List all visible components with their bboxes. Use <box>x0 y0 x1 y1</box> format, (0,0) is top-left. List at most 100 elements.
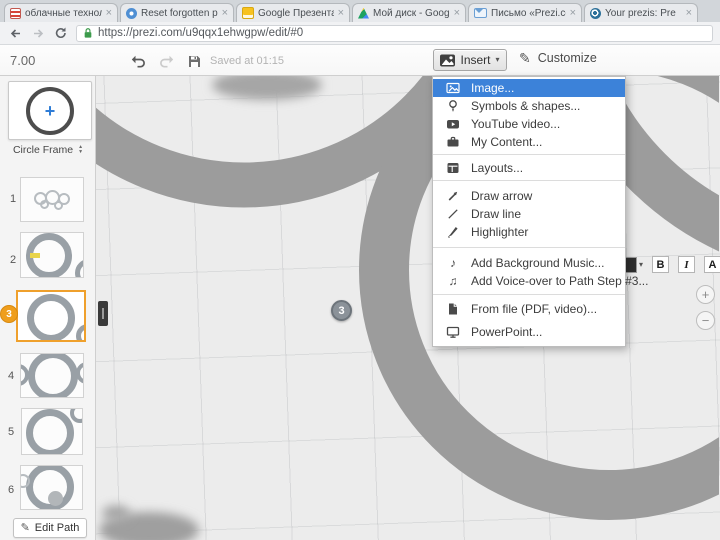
browser-tab-3[interactable]: Google Презентаци × <box>236 3 350 22</box>
image-icon <box>445 81 461 95</box>
redo-button[interactable] <box>156 52 176 70</box>
tab-close-icon[interactable]: × <box>106 7 112 19</box>
prezi-toolbar: 7.00 Saved at 01:15 Insert ▾ ✎ Customize <box>0 45 720 76</box>
customize-button-label: Customize <box>537 51 597 65</box>
browser-tab-5[interactable]: Письмо «Prezi.com × <box>468 3 582 22</box>
insert-button[interactable]: Insert ▾ <box>433 49 507 71</box>
slide-number: 2 <box>10 254 17 266</box>
url-text: https://prezi.com/u9qqx1ehwgpw/edit/#0 <box>98 27 304 39</box>
back-button[interactable] <box>7 25 23 41</box>
powerpoint-icon <box>445 325 461 339</box>
save-icon[interactable] <box>184 52 204 70</box>
blue-circle-favicon <box>126 7 137 19</box>
add-circle-frame-button[interactable]: + <box>8 81 92 140</box>
voice-over-icon: ♫ <box>448 274 458 288</box>
undo-button[interactable] <box>128 52 148 70</box>
browser-tab-6[interactable]: Your prezis: Pre × <box>584 3 698 22</box>
tab-close-icon[interactable]: × <box>454 7 460 19</box>
tab-strip: облачные технолог × Reset forgotten pass… <box>0 0 720 22</box>
edit-path-button[interactable]: ✎ Edit Path <box>13 518 87 538</box>
slide-number: 6 <box>8 484 15 496</box>
menu-divider <box>433 247 625 248</box>
browser-window: облачные технолог × Reset forgotten pass… <box>0 0 720 540</box>
draw-arrow-icon <box>445 189 461 203</box>
browser-navbar: https://prezi.com/u9qqx1ehwgpw/edit/#0 <box>0 22 720 45</box>
menu-item-image[interactable]: Image... <box>433 79 625 97</box>
frame-type-selector[interactable]: ▲ ▼ <box>78 145 83 155</box>
zoom-in-button[interactable]: + <box>696 285 715 304</box>
menu-item-draw-arrow[interactable]: Draw arrow <box>433 187 625 205</box>
padlock-icon <box>84 28 92 38</box>
text-format-toolbar: ▾ B I A <box>613 256 720 273</box>
menu-item-from-file[interactable]: From file (PDF, video)... <box>433 300 625 318</box>
menu-item-add-voice-over[interactable]: ♫ Add Voice-over to Path Step #3... <box>433 272 649 290</box>
youtube-icon <box>445 117 461 131</box>
slide-number: 4 <box>8 370 15 382</box>
symbols-shapes-icon <box>445 99 461 113</box>
reload-button[interactable] <box>53 25 69 41</box>
prezi-favicon <box>590 7 601 19</box>
red-doc-favicon <box>10 7 21 19</box>
font-color-button[interactable]: A <box>704 256 720 273</box>
save-status: Saved at 01:15 <box>210 55 285 67</box>
menu-item-youtube-video[interactable]: YouTube video... <box>433 115 625 133</box>
menu-item-draw-line[interactable]: Draw line <box>433 205 625 223</box>
insert-button-label: Insert <box>460 53 491 67</box>
slide-thumbnail-5[interactable] <box>21 408 83 455</box>
insert-image-icon <box>440 54 456 66</box>
tab-title: Your prezis: Pre <box>605 7 676 19</box>
menu-item-powerpoint[interactable]: PowerPoint... <box>433 323 625 341</box>
chevron-down-icon: ▾ <box>639 259 644 269</box>
italic-button[interactable]: I <box>678 256 696 273</box>
tab-close-icon[interactable]: × <box>570 7 576 19</box>
tab-close-icon[interactable]: × <box>686 7 692 19</box>
spinner-down-icon: ▼ <box>78 149 84 155</box>
slide-thumbnail-6[interactable] <box>20 465 83 510</box>
menu-divider <box>433 154 625 155</box>
pencil-icon: ✎ <box>20 522 30 534</box>
tab-title: Письмо «Prezi.com <box>491 7 566 19</box>
customize-button[interactable]: ✎ Customize <box>519 51 597 65</box>
tab-title: Мой диск - Google <box>373 7 450 19</box>
slide-thumbnail-4[interactable] <box>20 353 84 398</box>
slide-thumbnail-3[interactable] <box>16 290 86 342</box>
google-drive-favicon <box>358 7 369 19</box>
pencil-icon: ✎ <box>519 50 531 66</box>
browser-tab-1[interactable]: облачные технолог × <box>4 3 118 22</box>
slide-number: 1 <box>10 193 17 205</box>
google-slides-favicon <box>242 7 254 19</box>
menu-item-layouts[interactable]: Layouts... <box>433 159 625 177</box>
forward-button[interactable] <box>30 25 46 41</box>
menu-item-symbols-shapes[interactable]: Symbols & shapes... <box>433 97 625 115</box>
selected-slide-badge: 3 <box>0 305 18 323</box>
layouts-icon <box>445 161 461 175</box>
edit-path-label: Edit Path <box>34 522 80 534</box>
menu-divider <box>433 180 625 181</box>
plus-icon: + <box>44 100 56 121</box>
bold-button[interactable]: B <box>652 256 670 273</box>
tab-close-icon[interactable]: × <box>338 7 344 19</box>
slide-thumbnail-2[interactable] <box>20 232 84 278</box>
zoom-out-button[interactable]: − <box>696 311 715 330</box>
menu-item-my-content[interactable]: My Content... <box>433 133 625 151</box>
sidebar-collapse-handle[interactable] <box>98 301 108 326</box>
slide-number: 5 <box>8 426 15 438</box>
tab-title: облачные технолог <box>25 7 102 19</box>
presentation-canvas[interactable]: 3 ▾ B I A + − <box>96 76 720 540</box>
tab-title: Reset forgotten pass <box>141 7 218 19</box>
address-bar[interactable]: https://prezi.com/u9qqx1ehwgpw/edit/#0 <box>76 24 713 42</box>
menu-item-highlighter[interactable]: Highlighter <box>433 223 625 241</box>
draw-line-icon <box>445 207 461 221</box>
browser-tab-4[interactable]: Мой диск - Google × <box>352 3 466 22</box>
chevron-down-icon: ▾ <box>495 55 500 64</box>
path-step-badge[interactable]: 3 <box>331 300 352 321</box>
menu-item-add-background-music[interactable]: ♪ Add Background Music... <box>433 254 625 272</box>
tab-title: Google Презентаци <box>258 7 334 19</box>
slide-thumbnail-1[interactable] <box>20 177 84 222</box>
background-music-icon: ♪ <box>450 256 456 270</box>
zoom-value[interactable]: 7.00 <box>10 53 35 68</box>
circle-frame-icon: + <box>26 86 74 135</box>
tab-close-icon[interactable]: × <box>222 7 228 19</box>
browser-tab-2[interactable]: Reset forgotten pass × <box>120 3 234 22</box>
slides-sidebar: + Circle Frame ▲ ▼ 1 2 3 4 5 6 ✎ Edit Pa… <box>0 76 96 540</box>
